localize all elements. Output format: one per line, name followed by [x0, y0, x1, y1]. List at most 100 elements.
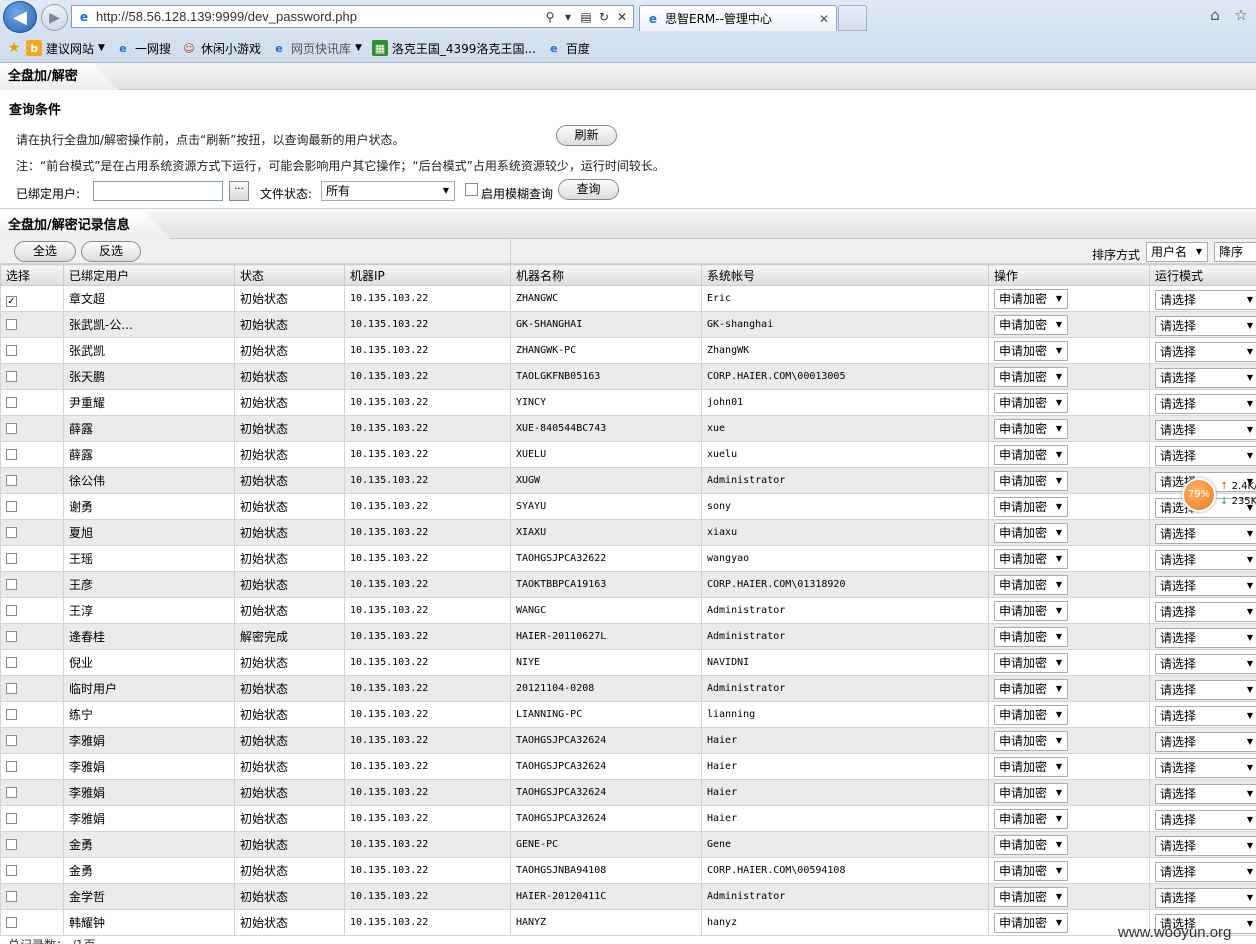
- select-all-button[interactable]: 全选: [14, 241, 76, 262]
- fav-item-yiwangsou[interactable]: e 一网搜: [115, 40, 171, 57]
- favorites-star-icon[interactable]: ☆: [1232, 6, 1250, 24]
- bound-user-input[interactable]: [93, 181, 223, 201]
- row-checkbox[interactable]: [6, 578, 17, 590]
- row-checkbox[interactable]: [6, 890, 17, 902]
- row-checkbox[interactable]: [6, 344, 17, 356]
- row-checkbox[interactable]: [6, 474, 17, 486]
- close-icon[interactable]: ✕: [817, 12, 831, 26]
- network-speed-widget[interactable]: 79% ↑ 2.4K/ ↓ 235K/: [1180, 474, 1256, 518]
- operation-select[interactable]: 申请加密 ▼: [994, 886, 1068, 907]
- run-mode-select[interactable]: 请选择 ▼: [1155, 835, 1256, 856]
- row-checkbox[interactable]: [6, 734, 17, 746]
- operation-select[interactable]: 申请加密 ▼: [994, 730, 1068, 751]
- refresh-button[interactable]: 刷新: [556, 125, 617, 146]
- operation-select[interactable]: 申请加密 ▼: [994, 860, 1068, 881]
- row-checkbox[interactable]: [6, 526, 17, 538]
- run-mode-select[interactable]: 请选择 ▼: [1155, 315, 1256, 336]
- row-checkbox[interactable]: [6, 864, 17, 876]
- operation-select[interactable]: 申请加密 ▼: [994, 340, 1068, 361]
- dropdown-icon[interactable]: ▾: [561, 10, 575, 24]
- favorites-star-icon[interactable]: ★: [6, 40, 22, 56]
- fav-item-suggested[interactable]: b 建议网站 ▼: [26, 40, 105, 57]
- run-mode-select[interactable]: 请选择 ▼: [1155, 809, 1256, 830]
- operation-select[interactable]: 申请加密 ▼: [994, 600, 1068, 621]
- browse-user-button[interactable]: ···: [229, 181, 249, 201]
- search-icon[interactable]: ⚲: [543, 10, 557, 24]
- run-mode-select[interactable]: 请选择 ▼: [1155, 601, 1256, 622]
- operation-select[interactable]: 申请加密 ▼: [994, 366, 1068, 387]
- row-checkbox[interactable]: [6, 812, 17, 824]
- row-checkbox[interactable]: [6, 604, 17, 616]
- fuzzy-query-checkbox[interactable]: [465, 183, 478, 196]
- invert-selection-button[interactable]: 反选: [81, 241, 141, 262]
- operation-select[interactable]: 申请加密 ▼: [994, 496, 1068, 517]
- row-checkbox[interactable]: [6, 838, 17, 850]
- operation-select[interactable]: 申请加密 ▼: [994, 678, 1068, 699]
- run-mode-select[interactable]: 请选择 ▼: [1155, 731, 1256, 752]
- sort-field-select[interactable]: 用户名 ▼: [1146, 242, 1208, 262]
- operation-select[interactable]: 申请加密 ▼: [994, 418, 1068, 439]
- operation-select[interactable]: 申请加密 ▼: [994, 704, 1068, 725]
- row-checkbox[interactable]: [6, 760, 17, 772]
- operation-select[interactable]: 申请加密 ▼: [994, 444, 1068, 465]
- operation-select[interactable]: 申请加密 ▼: [994, 626, 1068, 647]
- new-tab-button[interactable]: [838, 5, 867, 31]
- row-checkbox[interactable]: [6, 916, 17, 928]
- row-checkbox[interactable]: [6, 448, 17, 460]
- run-mode-select[interactable]: 请选择 ▼: [1155, 393, 1256, 414]
- operation-select[interactable]: 申请加密 ▼: [994, 288, 1068, 309]
- operation-select[interactable]: 申请加密 ▼: [994, 782, 1068, 803]
- operation-select[interactable]: 申请加密 ▼: [994, 548, 1068, 569]
- row-checkbox[interactable]: [6, 318, 17, 330]
- run-mode-select[interactable]: 请选择 ▼: [1155, 523, 1256, 544]
- operation-select[interactable]: 申请加密 ▼: [994, 756, 1068, 777]
- run-mode-select[interactable]: 请选择 ▼: [1155, 887, 1256, 908]
- row-checkbox[interactable]: [6, 500, 17, 512]
- compat-view-icon[interactable]: ▤: [579, 10, 593, 24]
- home-icon[interactable]: ⌂: [1206, 6, 1224, 24]
- run-mode-select[interactable]: 请选择 ▼: [1155, 419, 1256, 440]
- run-mode-select[interactable]: 请选择 ▼: [1155, 627, 1256, 648]
- run-mode-select[interactable]: 请选择 ▼: [1155, 757, 1256, 778]
- row-checkbox[interactable]: [6, 630, 17, 642]
- operation-select[interactable]: 申请加密 ▼: [994, 314, 1068, 335]
- run-mode-select[interactable]: 请选择 ▼: [1155, 783, 1256, 804]
- refresh-icon[interactable]: ↻: [597, 10, 611, 24]
- run-mode-select[interactable]: 请选择 ▼: [1155, 289, 1256, 310]
- file-status-select[interactable]: 所有 ▼: [321, 181, 455, 201]
- operation-select[interactable]: 申请加密 ▼: [994, 574, 1068, 595]
- operation-select[interactable]: 申请加密 ▼: [994, 522, 1068, 543]
- row-checkbox[interactable]: [6, 396, 17, 408]
- row-checkbox[interactable]: [6, 682, 17, 694]
- query-button[interactable]: 查询: [558, 179, 619, 200]
- run-mode-select[interactable]: 请选择 ▼: [1155, 367, 1256, 388]
- row-checkbox[interactable]: [6, 656, 17, 668]
- row-checkbox[interactable]: [6, 786, 17, 798]
- back-button[interactable]: ◀: [3, 1, 37, 33]
- operation-select[interactable]: 申请加密 ▼: [994, 652, 1068, 673]
- operation-select[interactable]: 申请加密 ▼: [994, 834, 1068, 855]
- row-checkbox[interactable]: [6, 370, 17, 382]
- tab-erm-admin[interactable]: e 思智ERM--管理中心 ✕: [639, 5, 837, 31]
- row-checkbox[interactable]: [6, 422, 17, 434]
- fav-item-roco[interactable]: ▦ 洛克王国_4399洛克王国...: [371, 40, 536, 57]
- run-mode-select[interactable]: 请选择 ▼: [1155, 549, 1256, 570]
- fav-item-baidu[interactable]: e 百度: [546, 40, 590, 57]
- operation-select[interactable]: 申请加密 ▼: [994, 912, 1068, 933]
- forward-button[interactable]: ▶: [41, 4, 68, 31]
- run-mode-select[interactable]: 请选择 ▼: [1155, 679, 1256, 700]
- row-checkbox[interactable]: [6, 708, 17, 720]
- run-mode-select[interactable]: 请选择 ▼: [1155, 653, 1256, 674]
- run-mode-select[interactable]: 请选择 ▼: [1155, 575, 1256, 596]
- stop-icon[interactable]: ✕: [615, 10, 629, 24]
- fav-item-games[interactable]: ☺ 休闲小游戏: [181, 40, 261, 57]
- operation-select[interactable]: 申请加密 ▼: [994, 470, 1068, 491]
- row-checkbox[interactable]: ✓: [6, 295, 17, 307]
- address-url[interactable]: http://58.56.128.139:9999/dev_password.p…: [96, 9, 543, 24]
- run-mode-select[interactable]: 请选择 ▼: [1155, 445, 1256, 466]
- sort-order-select[interactable]: 降序 ▼: [1214, 242, 1256, 262]
- run-mode-select[interactable]: 请选择 ▼: [1155, 705, 1256, 726]
- operation-select[interactable]: 申请加密 ▼: [994, 392, 1068, 413]
- fav-item-web-slices[interactable]: e 网页快讯库 ▼: [271, 40, 362, 57]
- run-mode-select[interactable]: 请选择 ▼: [1155, 861, 1256, 882]
